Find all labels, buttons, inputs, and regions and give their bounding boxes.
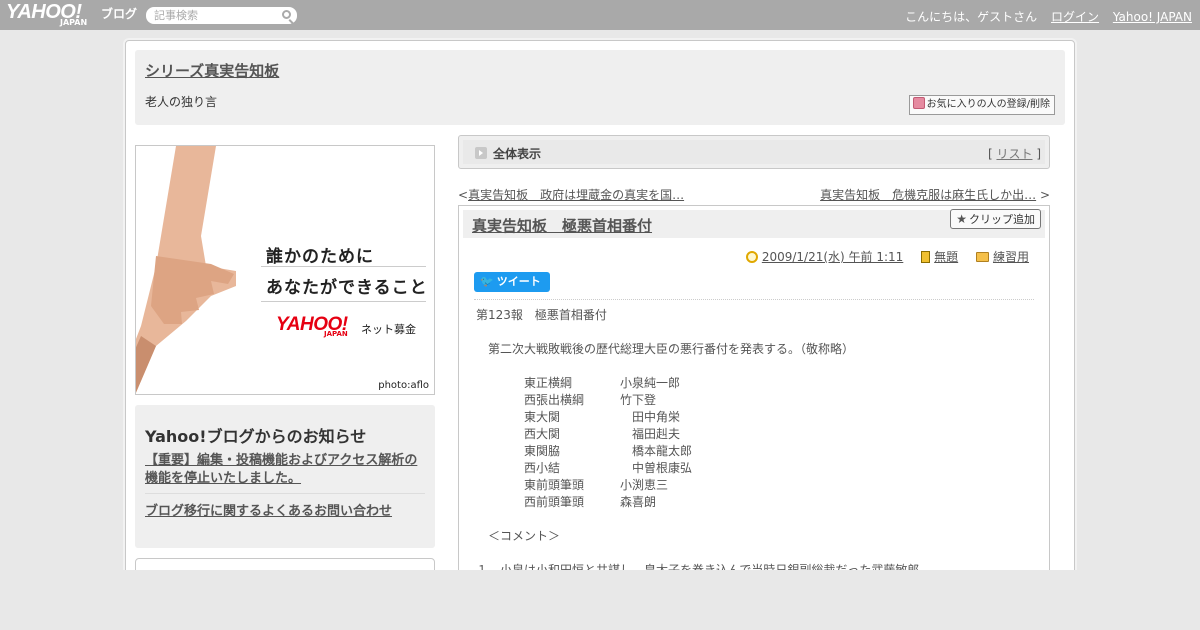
body-line: 第123報 極悪首相番付 [476,308,607,322]
article-divider [474,299,1034,300]
body-line [476,545,1036,562]
top-bar: YAHOO! JAPAN ブログ 記事検索 こんにちは、ゲストさん ログイン Y… [0,0,1200,30]
list-link-wrapper: [ リスト ] [988,145,1041,162]
clip-add-label: クリップ追加 [969,213,1035,226]
search-icon[interactable] [282,10,291,19]
body-line: 東前頭筆頭 小渕恵三 [476,478,669,492]
tweet-button[interactable]: 🐦 ツイート [474,272,550,292]
blog-title-link[interactable]: シリーズ真実告知板 [145,60,279,81]
body-line: 第二次大戦敗戦後の歴代総理大臣の悪行番付を発表する。（敬称略） [476,342,855,356]
yahoo-japan-link[interactable]: Yahoo! JAPAN [1113,10,1192,24]
ad-net-donation: ネット募金 [361,323,416,336]
display-all-label: 全体表示 [493,147,542,161]
clock-icon [745,251,758,263]
body-line [476,324,1036,341]
favorite-button-label: お気に入りの人の登録/削除 [926,99,1050,110]
list-bracket-close: ] [1036,147,1041,161]
ad-yahoo-logo-sub: JAPAN [324,330,348,338]
clip-add-button[interactable]: ★ クリップ追加 [950,209,1041,229]
favorite-register-button[interactable]: お気に入りの人の登録/削除 [908,95,1055,115]
ad-headline-2: あなたができること [266,278,428,298]
body-line: 東関脇 橋本龍太郎 [476,444,693,458]
article-tag[interactable]: 無題 [934,250,958,264]
tweet-label: ツイート [496,275,541,288]
body-line: 東正横綱 小泉純一郎 [476,376,681,390]
notice-box: Yahoo!ブログからのお知らせ 【重要】編集・投稿機能およびアクセス解析の機能… [135,405,435,548]
list-link[interactable]: リスト [996,147,1032,161]
article-title[interactable]: 真実告知板 極悪首相番付 [472,215,652,236]
blog-description: 老人の独り言 [145,95,218,109]
login-link[interactable]: ログイン [1051,10,1099,24]
handshake-image [136,146,236,393]
body-line: 西大関 福田赳夫 [476,427,681,441]
prev-post-link[interactable]: <真実告知板 政府は埋蔵金の真実を国… [458,186,684,203]
book-icon [921,251,931,263]
ad-banner[interactable]: 誰かのために あなたができること YAHOO! JAPAN ネット募金 phot… [135,145,435,395]
body-line: 西小結 中曽根康弘 [476,461,693,475]
notice-title: Yahoo!ブログからのお知らせ [145,427,367,446]
ad-divider-bottom [261,301,426,302]
body-line: 西前頭筆頭 森喜朗 [476,495,657,509]
body-line: ＜コメント＞ [476,529,561,543]
article-header: 真実告知板 極悪首相番付 ★ クリップ追加 [463,209,1045,238]
display-bar: 全体表示 [ リスト ] [458,135,1050,169]
page-footer-band [0,570,1200,630]
body-line [476,511,1036,528]
list-bracket-open: [ [987,147,993,161]
heart-icon [912,97,925,109]
blog-logo-label[interactable]: ブログ [101,5,137,22]
next-post-link[interactable]: 真実告知板 危機克服は麻生氏しか出… > [820,186,1050,203]
folder-icon [975,252,989,262]
ad-photo-credit: photo:aflo [378,380,429,391]
prev-arrow: < [458,188,469,202]
star-icon: ★ [956,212,967,226]
next-arrow: > [1039,188,1050,202]
article-body: 第123報 極悪首相番付 第二次大戦敗戦後の歴代総理大臣の悪行番付を発表する。（… [476,307,1036,579]
user-nav: こんにちは、ゲストさん ログイン Yahoo! JAPAN [905,8,1192,25]
body-line: 東大関 田中角栄 [476,410,681,424]
yahoo-logo-sub: JAPAN [60,18,88,27]
body-line: 西張出横綱 竹下登 [476,393,657,407]
article-category[interactable]: 練習用 [993,250,1029,264]
arrow-right-icon [475,147,487,159]
search-placeholder: 記事検索 [154,9,198,22]
search-input[interactable]: 記事検索 [146,7,297,24]
display-bar-inner: 全体表示 [ リスト ] [463,140,1045,164]
notice-divider [145,493,425,494]
notice-link-faq[interactable]: ブログ移行に関するよくあるお問い合わせ [145,500,392,519]
blog-header: シリーズ真実告知板 老人の独り言 お気に入りの人の登録/削除 [135,50,1065,125]
twitter-bird-icon: 🐦 [480,275,494,288]
body-line [476,358,1036,375]
greeting-text: こんにちは、ゲストさん [905,10,1038,24]
notice-link-important[interactable]: 【重要】編集・投稿機能およびアクセス解析の機能を停止いたしました。 [145,452,428,488]
article-meta: 2009/1/21(水) 午前 1:11 無題 練習用 [745,248,1029,265]
article-date[interactable]: 2009/1/21(水) 午前 1:11 [762,250,903,264]
article: 真実告知板 極悪首相番付 ★ クリップ追加 2009/1/21(水) 午前 1:1… [458,205,1050,605]
next-post-title[interactable]: 真実告知板 危機克服は麻生氏しか出… [820,188,1036,202]
prev-post-title[interactable]: 真実告知板 政府は埋蔵金の真実を国… [468,188,684,202]
ad-headline-1: 誰かのために [266,247,374,267]
